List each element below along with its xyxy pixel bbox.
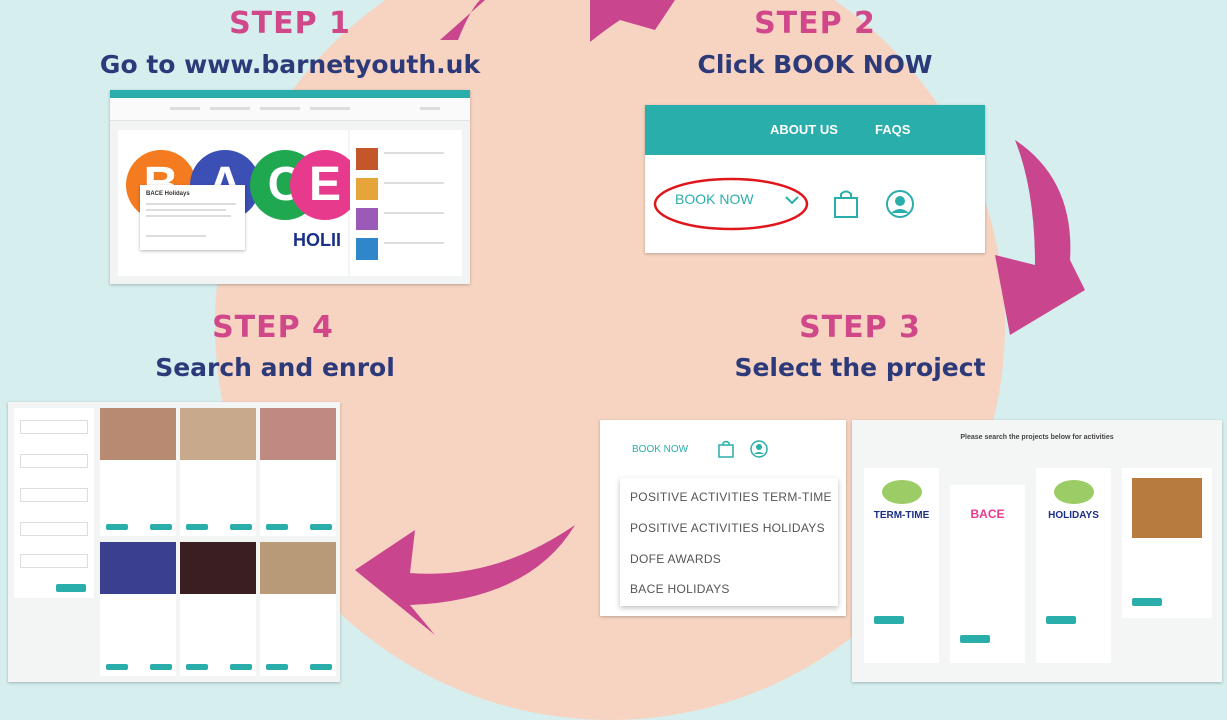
project-card[interactable]: BACE (950, 485, 1025, 663)
highlight-ellipse (653, 177, 809, 231)
project-card[interactable]: HOLIDAYS (1036, 468, 1111, 663)
step-3-projects-screenshot: Please search the projects below for act… (852, 420, 1222, 682)
project-logo: HOLIDAYS (1048, 510, 1099, 521)
shopping-bag-icon[interactable] (833, 189, 859, 219)
curved-arrow-icon (995, 140, 1085, 335)
projects-header: Please search the projects below for act… (960, 434, 1114, 441)
activity-card[interactable] (180, 542, 256, 676)
activity-card[interactable] (180, 408, 256, 536)
curved-arrow-icon (440, 0, 675, 42)
project-logo: TERM-TIME (873, 510, 930, 521)
step-3-subtitle: Select the project (734, 353, 986, 382)
step-1-title: STEP 1 (229, 6, 351, 41)
sidebar-panel (350, 130, 462, 276)
search-button[interactable] (56, 584, 86, 592)
nav-faqs[interactable]: FAQS (875, 122, 910, 137)
shopping-bag-icon[interactable] (718, 440, 734, 458)
menu-item-positive-term-time[interactable]: POSITIVE ACTIVITIES TERM-TIME (630, 490, 832, 504)
user-account-icon[interactable] (750, 440, 768, 458)
step-3-title: STEP 3 (799, 310, 921, 345)
activity-card[interactable] (260, 408, 336, 536)
site-top-bar (110, 90, 470, 98)
menu-item-bace-holidays[interactable]: BACE HOLIDAYS (630, 582, 730, 596)
step-1-screenshot: B A C E HOLII BACE Holidays (110, 90, 470, 284)
project-card[interactable] (1122, 468, 1212, 618)
step-2-screenshot: ABOUT US FAQS BOOK NOW (645, 105, 985, 253)
project-image (1132, 478, 1202, 538)
info-card: BACE Holidays (140, 185, 245, 250)
project-logo: BACE (970, 507, 1005, 521)
activity-card[interactable] (100, 408, 176, 536)
hero-banner: B A C E HOLII BACE Holidays (118, 130, 360, 276)
project-card[interactable]: TERM-TIME (864, 468, 939, 663)
activity-card[interactable] (260, 542, 336, 676)
top-nav-bar: ABOUT US FAQS (645, 105, 985, 155)
holiday-text: HOLII (293, 230, 341, 250)
user-account-icon[interactable] (885, 189, 915, 219)
step-4-title: STEP 4 (212, 310, 334, 345)
activity-card[interactable] (100, 542, 176, 676)
step-2-subtitle: Click BOOK NOW (697, 50, 933, 79)
dropdown-menu: POSITIVE ACTIVITIES TERM-TIME POSITIVE A… (620, 478, 838, 606)
step-2-title: STEP 2 (754, 6, 876, 41)
book-now-link[interactable]: BOOK NOW (632, 444, 688, 455)
menu-item-dofe-awards[interactable]: DOFE AWARDS (630, 552, 721, 566)
step-1-subtitle: Go to www.barnetyouth.uk (99, 50, 481, 79)
menu-item-positive-holidays[interactable]: POSITIVE ACTIVITIES HOLIDAYS (630, 521, 825, 535)
filter-sidebar (14, 408, 94, 598)
step-3-menu-screenshot: BOOK NOW POSITIVE ACTIVITIES TERM-TIME P… (600, 420, 846, 616)
nav-about-us[interactable]: ABOUT US (770, 122, 838, 137)
info-card-title: BACE Holidays (146, 191, 190, 197)
step-4-subtitle: Search and enrol (155, 353, 395, 382)
site-nav-bar (110, 98, 470, 121)
curved-arrow-icon (355, 525, 575, 635)
step-4-screenshot (8, 402, 340, 682)
